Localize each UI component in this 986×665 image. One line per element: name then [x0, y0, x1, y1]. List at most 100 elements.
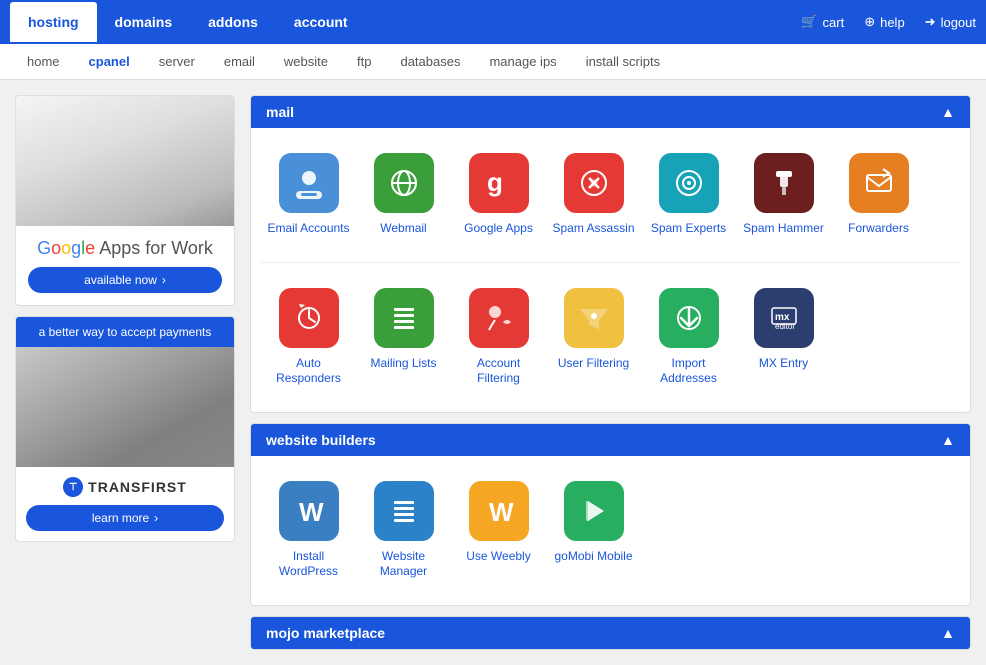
website-builders-icon-grid: W Install WordPress Website Manager W Us… — [251, 456, 970, 605]
spam-hammer-label: Spam Hammer — [743, 221, 824, 237]
available-now-label: available now — [84, 273, 157, 287]
available-now-button[interactable]: available now › — [28, 267, 222, 293]
website-manager-item[interactable]: Website Manager — [356, 471, 451, 590]
auto-responders-icon — [279, 288, 339, 348]
nav-addons[interactable]: addons — [190, 2, 276, 42]
transfirst-image — [16, 347, 234, 467]
subnav-server[interactable]: server — [147, 46, 207, 77]
subnav-install-scripts[interactable]: install scripts — [574, 46, 672, 77]
google-apps-item[interactable]: g Google Apps — [451, 143, 546, 247]
email-accounts-label: Email Accounts — [267, 221, 349, 237]
mailing-lists-label: Mailing Lists — [370, 356, 436, 372]
mojo-marketplace-header: mojo marketplace ▲ — [251, 617, 970, 649]
subnav-manage-ips[interactable]: manage ips — [477, 46, 568, 77]
subnav-home[interactable]: home — [15, 46, 72, 77]
cart-icon: 🛒 — [801, 14, 817, 30]
cart-label: cart — [823, 15, 845, 30]
top-nav-right: 🛒 cart ⊕ help ➜ logout — [801, 14, 976, 30]
gomobi-label: goMobi Mobile — [554, 549, 632, 565]
user-filtering-icon — [564, 288, 624, 348]
nav-account[interactable]: account — [276, 2, 366, 42]
sidebar: Google Apps for Work available now › a b… — [15, 95, 235, 650]
nav-domains[interactable]: domains — [97, 2, 191, 42]
account-filtering-icon — [469, 288, 529, 348]
top-nav: hosting domains addons account 🛒 cart ⊕ … — [0, 0, 986, 44]
help-label: help — [880, 15, 905, 30]
import-addresses-label: Import Addresses — [646, 356, 731, 387]
paper-stack-graphic — [16, 96, 234, 226]
subnav-cpanel[interactable]: cpanel — [77, 46, 142, 77]
google-apps-image — [16, 96, 234, 226]
help-icon: ⊕ — [864, 14, 875, 30]
import-addresses-item[interactable]: Import Addresses — [641, 278, 736, 397]
spam-assassin-label: Spam Assassin — [552, 221, 634, 237]
top-nav-left: hosting domains addons account — [10, 2, 366, 42]
mail-section: mail ▲ Email Accounts Webmail — [250, 95, 971, 413]
forwarders-label: Forwarders — [848, 221, 909, 237]
subnav-databases[interactable]: databases — [388, 46, 472, 77]
auto-responders-item[interactable]: Auto Responders — [261, 278, 356, 397]
use-weebly-icon: W — [469, 481, 529, 541]
learn-more-label: learn more — [92, 511, 149, 525]
spam-hammer-icon — [754, 153, 814, 213]
nav-cart[interactable]: 🛒 cart — [801, 14, 844, 30]
website-builders-collapse-icon[interactable]: ▲ — [941, 432, 955, 448]
webmail-item[interactable]: Webmail — [356, 143, 451, 247]
transfirst-ad: a better way to accept payments ⊤ TRANSF… — [15, 316, 235, 542]
mail-collapse-icon[interactable]: ▲ — [941, 104, 955, 120]
spam-hammer-item[interactable]: Spam Hammer — [736, 143, 831, 247]
transfirst-logo: ⊤ TRANSFIRST — [26, 477, 224, 497]
spam-experts-label: Spam Experts — [651, 221, 726, 237]
website-manager-label: Website Manager — [361, 549, 446, 580]
google-apps-ad: Google Apps for Work available now › — [15, 95, 235, 306]
svg-text:editor: editor — [775, 322, 795, 331]
second-nav: home cpanel server email website ftp dat… — [0, 44, 986, 80]
google-gl: g — [71, 238, 81, 258]
mail-section-header: mail ▲ — [251, 96, 970, 128]
spam-experts-item[interactable]: Spam Experts — [641, 143, 736, 247]
website-builders-title: website builders — [266, 432, 376, 448]
mailing-lists-item[interactable]: Mailing Lists — [356, 278, 451, 397]
forwarders-item[interactable]: Forwarders — [831, 143, 926, 247]
install-wordpress-item[interactable]: W Install WordPress — [261, 471, 356, 590]
use-weebly-item[interactable]: W Use Weebly — [451, 471, 546, 590]
mx-entry-item[interactable]: mxeditor MX Entry — [736, 278, 831, 397]
mojo-marketplace-title: mojo marketplace — [266, 625, 385, 641]
nav-logout[interactable]: ➜ logout — [925, 14, 976, 30]
nav-hosting[interactable]: hosting — [10, 2, 97, 42]
google-apps-content: Google Apps for Work available now › — [16, 226, 234, 305]
mojo-marketplace-section: mojo marketplace ▲ — [250, 616, 971, 650]
nav-help[interactable]: ⊕ help — [864, 14, 904, 30]
mail-icon-grid: Email Accounts Webmail g Google Apps — [251, 128, 970, 262]
account-filtering-item[interactable]: Account Filtering — [451, 278, 546, 397]
mx-entry-label: MX Entry — [759, 356, 808, 372]
user-filtering-item[interactable]: User Filtering — [546, 278, 641, 397]
webmail-label: Webmail — [380, 221, 426, 237]
learn-more-button[interactable]: learn more › — [26, 505, 224, 531]
google-o1: o — [51, 238, 61, 258]
mail-section-title: mail — [266, 104, 294, 120]
email-accounts-item[interactable]: Email Accounts — [261, 143, 356, 247]
subnav-email[interactable]: email — [212, 46, 267, 77]
import-addresses-icon — [659, 288, 719, 348]
subnav-website[interactable]: website — [272, 46, 340, 77]
user-filtering-label: User Filtering — [558, 356, 629, 372]
logout-label: logout — [941, 15, 976, 30]
gomobi-item[interactable]: goMobi Mobile — [546, 471, 641, 590]
transfirst-content: ⊤ TRANSFIRST learn more › — [16, 467, 234, 541]
webmail-icon — [374, 153, 434, 213]
main-container: Google Apps for Work available now › a b… — [0, 80, 986, 665]
mojo-collapse-icon[interactable]: ▲ — [941, 625, 955, 641]
person-silhouette-graphic — [16, 347, 234, 467]
spam-assassin-item[interactable]: Spam Assassin — [546, 143, 641, 247]
subnav-ftp[interactable]: ftp — [345, 46, 383, 77]
mail-icon-grid-2: Auto Responders Mailing Lists Account Fi… — [251, 263, 970, 412]
svg-text:g: g — [487, 167, 503, 197]
google-apps-icon-label: Google Apps — [464, 221, 533, 237]
website-manager-icon — [374, 481, 434, 541]
spam-assassin-icon — [564, 153, 624, 213]
auto-responders-label: Auto Responders — [266, 356, 351, 387]
chevron-right-icon: › — [162, 273, 166, 287]
use-weebly-label: Use Weebly — [466, 549, 530, 565]
website-builders-header: website builders ▲ — [251, 424, 970, 456]
